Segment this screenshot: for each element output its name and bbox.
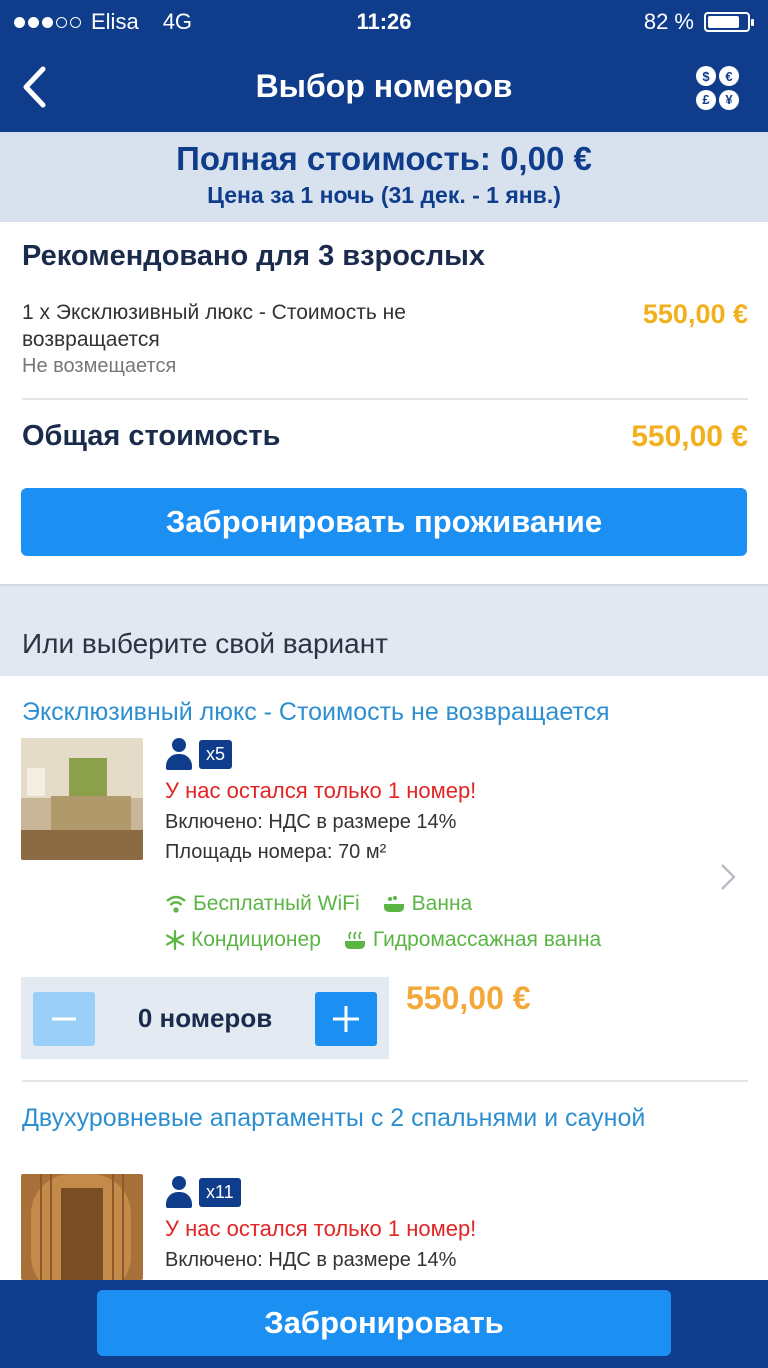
- bottom-bar: Забронировать: [0, 1280, 768, 1368]
- room-details: x5 У нас остался только 1 номер! Включен…: [165, 736, 725, 864]
- amenity-label: Ванна: [411, 892, 473, 915]
- room-details: x11 У нас остался только 1 номер! Включе…: [165, 1174, 725, 1272]
- choose-section-header: Или выберите свой вариант: [0, 584, 768, 676]
- refund-policy: Не возмещается: [22, 355, 177, 377]
- header: Elisa 4G 11:26 82 % Выбор номеров $ € £ ¥: [0, 0, 768, 132]
- chevron-right-icon[interactable]: [718, 862, 738, 892]
- currency-button[interactable]: $ € £ ¥: [696, 66, 740, 110]
- nav-bar: Выбор номеров $ € £ ¥: [0, 44, 768, 132]
- guest-count-badge: x5: [199, 739, 233, 769]
- room-price: 550,00 €: [406, 980, 531, 1016]
- amenity-label: Кондиционер: [191, 928, 321, 951]
- status-bar: Elisa 4G 11:26 82 %: [0, 0, 768, 44]
- person-icon: [165, 1175, 193, 1209]
- bathtub-icon: [383, 896, 404, 912]
- choose-heading: Или выберите свой вариант: [22, 628, 389, 659]
- room-photo[interactable]: [21, 1174, 143, 1280]
- amenities: Бесплатный WiFi Ванна Кондиционер Гидром…: [165, 886, 601, 958]
- amenity-label: Бесплатный WiFi: [193, 892, 360, 915]
- vat-info: Включено: НДС в размере 14%: [165, 811, 457, 833]
- room-title-link[interactable]: Двухуровневые апартаменты с 2 спальнями …: [22, 1102, 742, 1135]
- total-row: Общая стоимость 550,00 €: [22, 420, 748, 464]
- availability-alert: У нас остался только 1 номер!: [165, 1216, 477, 1241]
- person-icon: [165, 737, 193, 771]
- guest-count-badge: x11: [199, 1177, 241, 1207]
- availability-alert: У нас остался только 1 номер!: [165, 778, 477, 803]
- nights-label: Цена за 1 ночь (31 дек. - 1 янв.): [207, 182, 561, 208]
- battery-percent: 82 %: [643, 9, 694, 34]
- book-stay-button[interactable]: Забронировать проживание: [21, 488, 747, 556]
- recommended-item-label: 1 x Эксклюзивный люкс - Стоимость не воз…: [22, 301, 406, 351]
- room-area: Площадь номера: 70 м²: [165, 841, 387, 863]
- room-title-link[interactable]: Эксклюзивный люкс - Стоимость не возвращ…: [22, 696, 742, 729]
- price-summary: Полная стоимость: 0,00 € Цена за 1 ночь …: [0, 132, 768, 222]
- battery-icon: [704, 12, 754, 32]
- total-price: 550,00 €: [631, 420, 748, 453]
- room-quantity-stepper: 0 номеров: [21, 977, 389, 1059]
- recommended-section: Рекомендовано для 3 взрослых 1 x Эксклюз…: [22, 222, 748, 379]
- currency-icon: $: [696, 66, 716, 86]
- recommended-item-price: 550,00 €: [642, 299, 748, 329]
- divider: [22, 398, 748, 400]
- vat-info: Включено: НДС в размере 14%: [165, 1249, 457, 1271]
- divider: [22, 1080, 748, 1082]
- page-title: Выбор номеров: [255, 68, 513, 104]
- increase-button[interactable]: [315, 992, 377, 1046]
- total-label: Общая стоимость: [22, 420, 281, 452]
- total-price-label: Полная стоимость: 0,00 €: [176, 140, 592, 177]
- amenity-label: Гидромассажная ванна: [372, 928, 602, 951]
- recommended-heading: Рекомендовано для 3 взрослых: [22, 240, 486, 272]
- book-button[interactable]: Забронировать: [97, 1290, 671, 1356]
- plus-icon: [333, 1006, 359, 1032]
- hot-tub-icon: [344, 931, 365, 949]
- snowflake-icon: [165, 930, 185, 950]
- room-photo[interactable]: [21, 738, 143, 860]
- recommended-item: 1 x Эксклюзивный люкс - Стоимость не воз…: [22, 299, 748, 379]
- wifi-icon: [166, 895, 186, 913]
